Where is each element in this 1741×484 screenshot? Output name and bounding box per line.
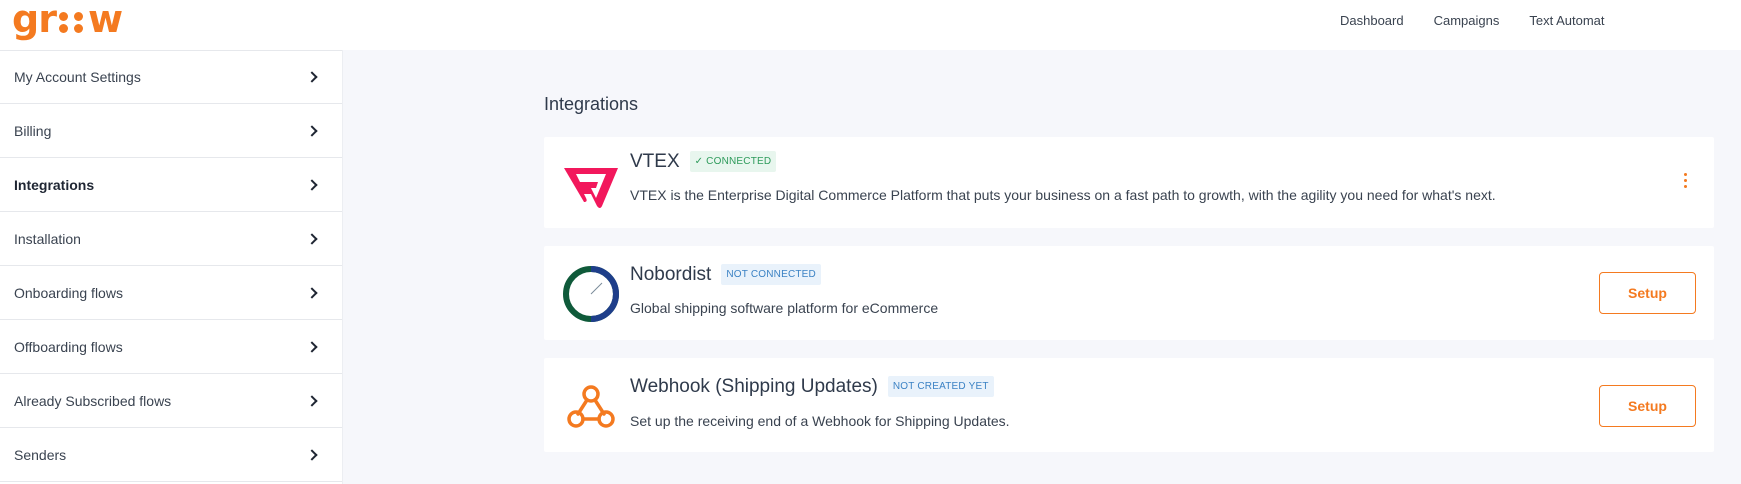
chevron-right-icon [306,178,318,191]
setup-button-webhook[interactable]: Setup [1599,385,1696,427]
sidebar-item-label: Already Subscribed flows [14,392,172,409]
main-content: Integrations VTEX ✓ CONNECTED VTEX is the… [344,50,1741,484]
integration-description: Global shipping software platform for eC… [630,300,939,316]
more-options-icon[interactable] [1684,173,1688,189]
grow-logo[interactable]: gr w [12,0,123,41]
sidebar-item-label: Offboarding flows [14,338,123,355]
sidebar-item-label: My Account Settings [14,69,141,85]
integration-name: Nobordist NOT CONNECTED [630,264,821,286]
top-bar: gr w Dashboard Campaigns Text Automat [0,0,1741,50]
integration-name: VTEX ✓ CONNECTED [630,151,777,173]
chevron-right-icon [306,124,318,137]
chevron-right-icon [306,394,318,407]
sidebar-item-already-subscribed-flows[interactable]: Already Subscribed flows [0,374,342,428]
chevron-right-icon [306,71,318,83]
integration-card-webhook: Webhook (Shipping Updates) NOT CREATED YE… [544,358,1714,452]
integration-name: Webhook (Shipping Updates) NOT CREATED YE… [630,376,994,398]
nav-campaigns[interactable]: Campaigns [1434,13,1500,28]
sidebar-item-installation[interactable]: Installation [0,212,342,266]
setup-button-nobordist[interactable]: Setup [1599,272,1696,314]
sidebar-item-onboarding-flows[interactable]: Onboarding flows [0,266,342,320]
sidebar-item-label: Senders [14,446,67,463]
sidebar-item-offboarding-flows[interactable]: Offboarding flows [0,320,342,374]
integration-title: Nobordist [630,264,712,285]
sidebar-item-label: Installation [14,230,81,247]
chevron-right-icon [306,286,318,299]
chevron-right-icon [306,232,318,245]
webhook-icon [562,378,620,436]
integration-card-vtex: VTEX ✓ CONNECTED VTEX is the Enterprise D… [544,137,1714,228]
status-badge: NOT CONNECTED [721,264,821,286]
sidebar-item-my-account-settings[interactable]: My Account Settings [0,50,342,104]
sidebar-item-billing[interactable]: Billing [0,104,342,158]
logo-dots-icon [57,10,87,34]
integration-description: VTEX is the Enterprise Digital Commerce … [630,187,1496,203]
chevron-right-icon [306,448,318,461]
nav-text-automation[interactable]: Text Automat [1529,13,1604,28]
integration-title: Webhook (Shipping Updates) [630,376,878,397]
settings-sidebar: My Account Settings Billing Integrations… [0,50,343,484]
vtex-logo-icon [562,154,620,212]
sidebar-item-integrations[interactable]: Integrations [0,158,342,212]
chevron-right-icon [306,340,318,353]
integration-card-nobordist: Nobordist NOT CONNECTED Global shipping s… [544,246,1714,340]
logo-text-left: gr [12,0,57,41]
top-nav: Dashboard Campaigns Text Automat [1340,13,1635,28]
nobordist-logo-icon [562,265,620,323]
integration-title: VTEX [630,151,680,172]
integration-description: Set up the receiving end of a Webhook fo… [630,413,1010,429]
logo-text-right: w [87,0,123,41]
page-title: Integrations [544,94,639,114]
sidebar-item-label: Integrations [14,176,95,193]
sidebar-item-label: Onboarding flows [14,284,123,301]
sidebar-item-label: Billing [14,122,52,139]
status-badge: NOT CREATED YET [887,376,994,398]
nav-dashboard[interactable]: Dashboard [1340,13,1404,28]
sidebar-item-senders[interactable]: Senders [0,428,342,482]
status-badge: ✓ CONNECTED [689,151,777,173]
